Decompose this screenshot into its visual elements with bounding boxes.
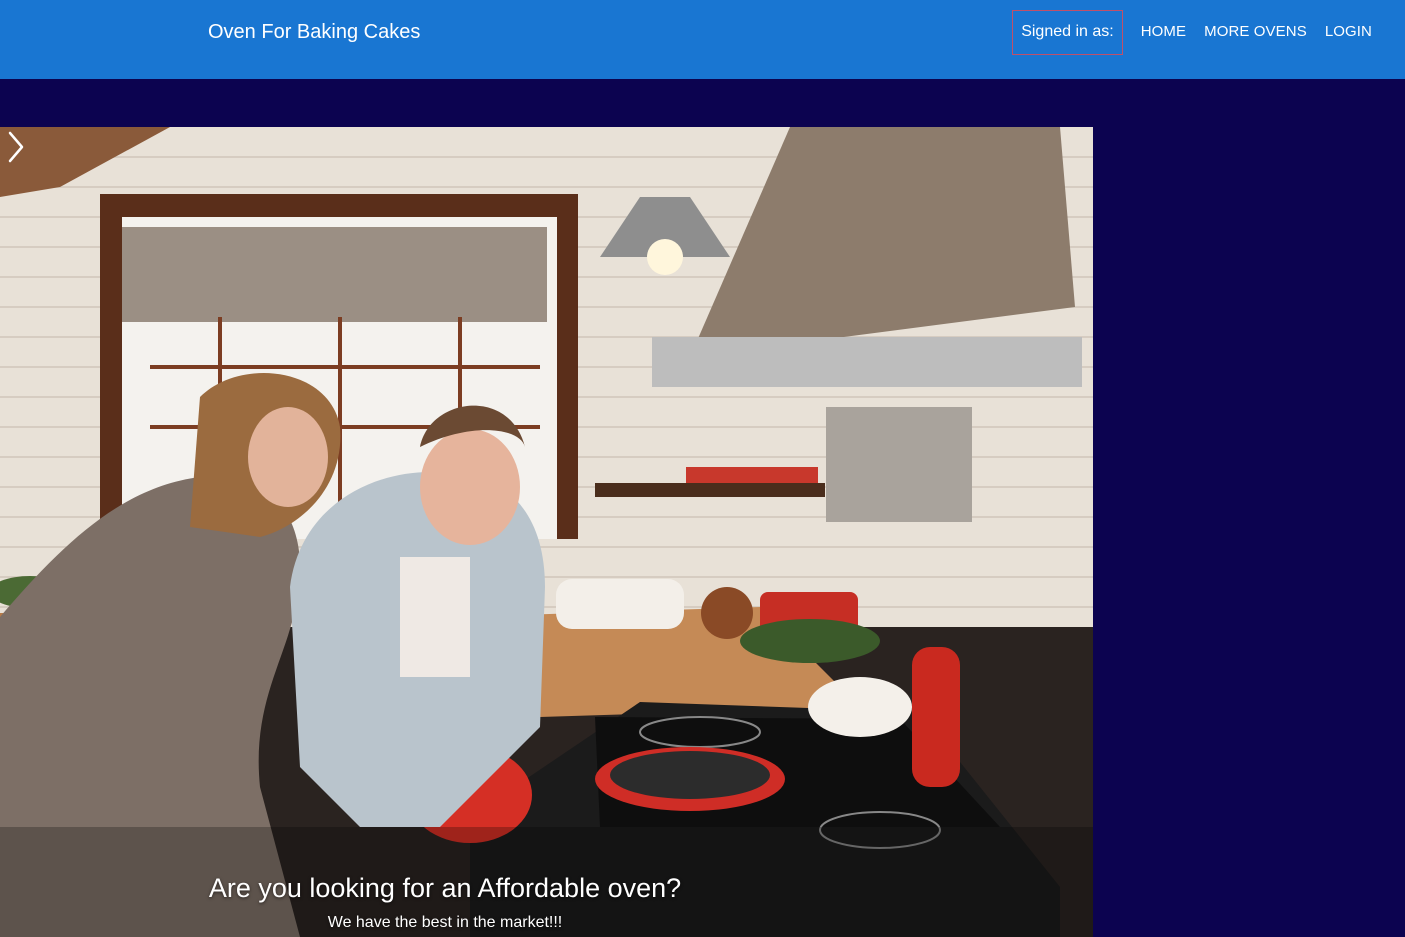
hero-carousel: Are you looking for an Affordable oven? … bbox=[0, 127, 1093, 937]
navbar: Oven For Baking Cakes Signed in as: HOME… bbox=[0, 0, 1405, 79]
nav-home-link[interactable]: HOME bbox=[1141, 22, 1186, 42]
nav-more-ovens-link[interactable]: MORE OVENS bbox=[1204, 22, 1307, 42]
kitchen-photo bbox=[0, 127, 1093, 937]
hero-subtitle: We have the best in the market!!! bbox=[327, 914, 563, 931]
brand-link[interactable]: Oven For Baking Cakes bbox=[208, 20, 420, 44]
nav-login-link[interactable]: LOGIN bbox=[1325, 22, 1372, 42]
hero-title: Are you looking for an Affordable oven? bbox=[208, 873, 682, 903]
signed-in-label: Signed in as: bbox=[1012, 9, 1123, 55]
nav-menu: Signed in as: HOME MORE OVENS LOGIN bbox=[1012, 8, 1372, 56]
chevron-right-icon[interactable] bbox=[0, 127, 30, 167]
